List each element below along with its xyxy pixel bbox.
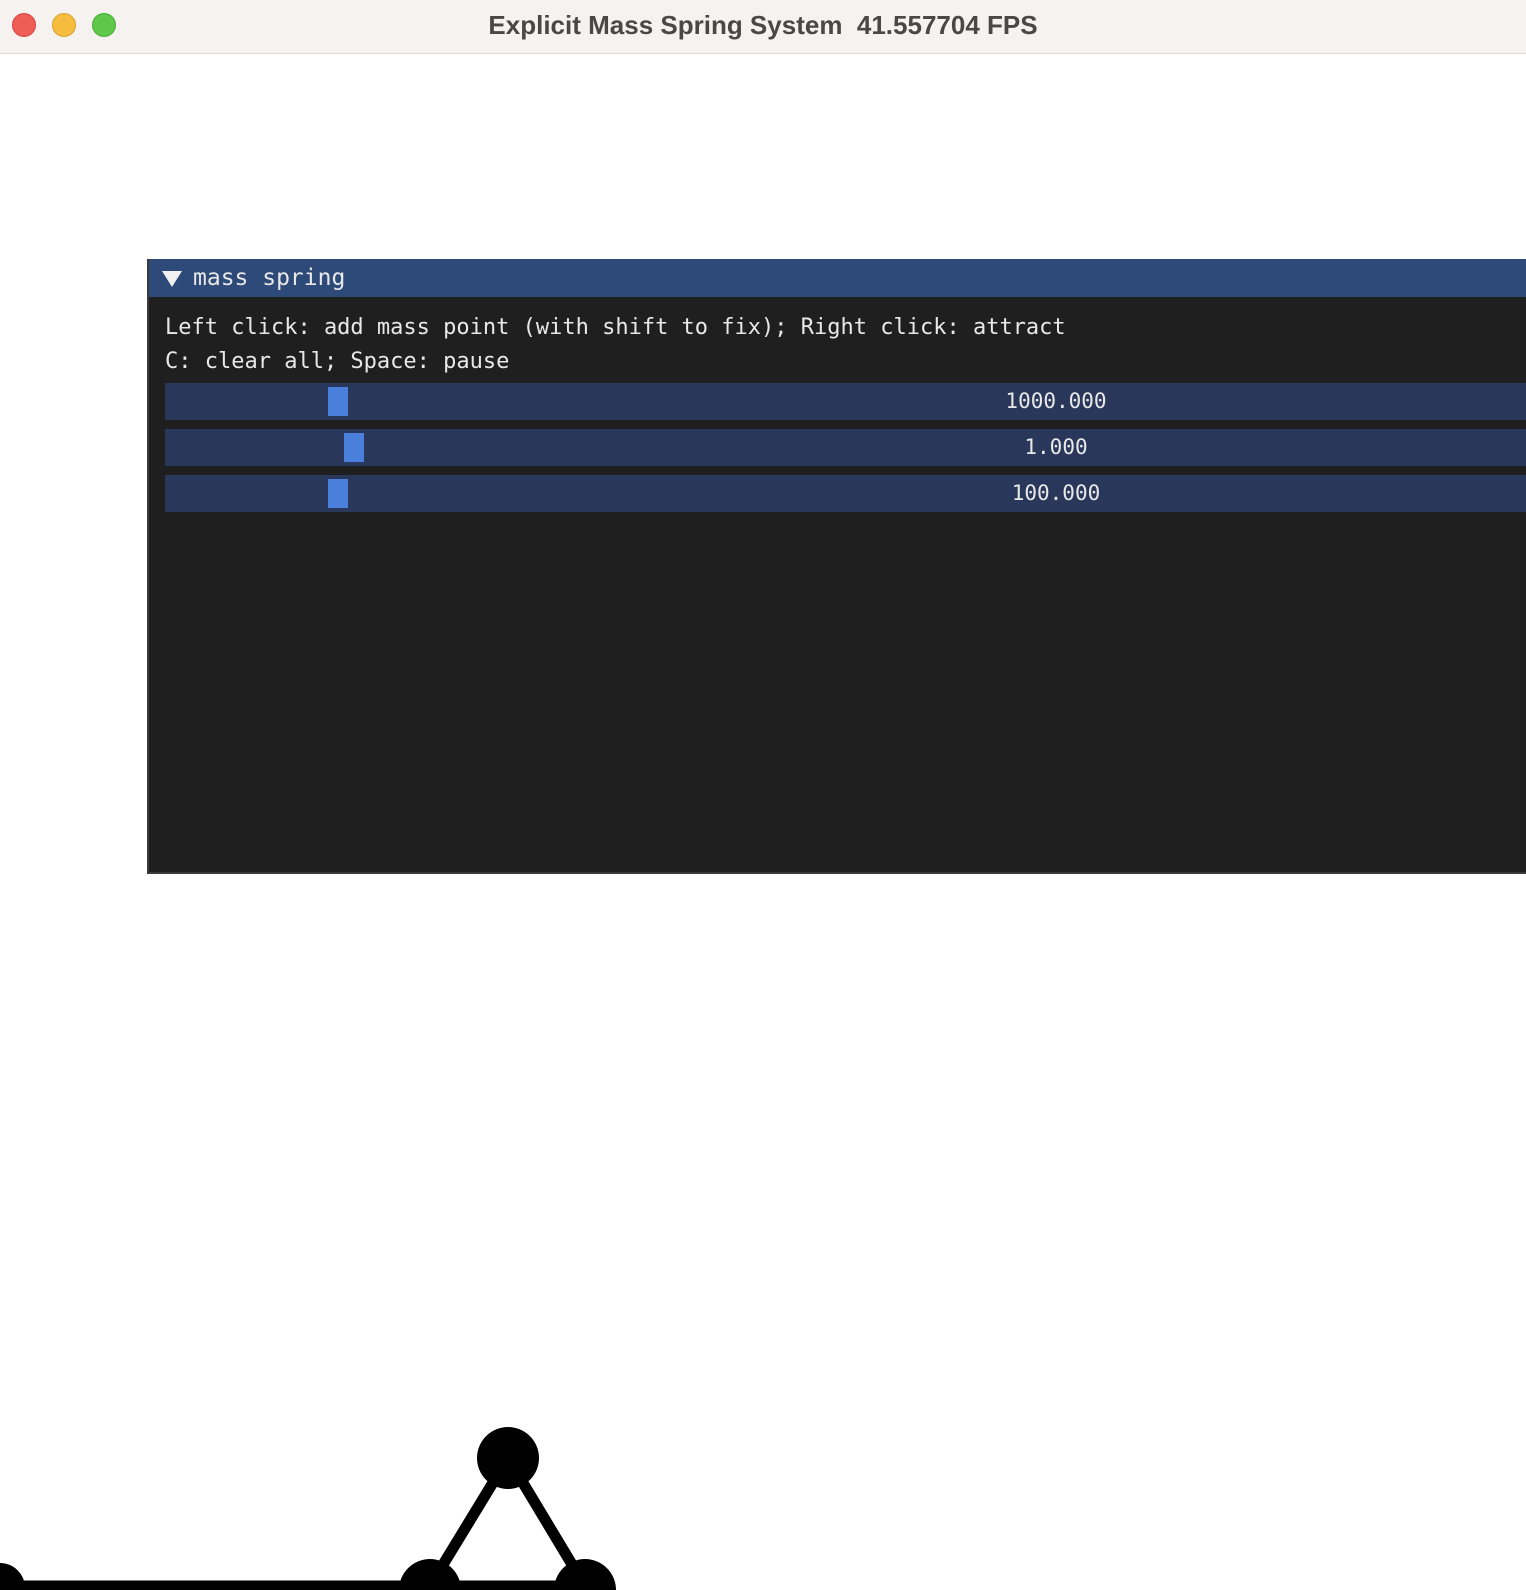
simulation-canvas[interactable]: mass spring Left click: add mass point (… [0,54,1526,1590]
help-text-mouse: Left click: add mass point (with shift t… [165,315,1066,340]
mass-point[interactable] [399,1559,461,1590]
help-text-keys: C: clear all; Space: pause [165,349,510,374]
slider-rest-length[interactable]: 100.000 [165,475,1526,512]
slider-grab[interactable] [328,387,348,416]
app-window: Explicit Mass Spring System 41.557704 FP… [0,0,1526,1590]
title-bar[interactable]: Explicit Mass Spring System 41.557704 FP… [0,0,1526,54]
slider-value: 1000.000 [1005,389,1107,413]
panel-header[interactable]: mass spring [149,259,1526,297]
slider-grab[interactable] [344,433,364,462]
mass-point[interactable] [554,1559,616,1590]
mass-spring-panel[interactable]: mass spring Left click: add mass point (… [147,259,1526,874]
slider-stiffness[interactable]: 1000.000 [165,383,1526,420]
mass-point[interactable] [477,1427,539,1489]
window-title: Explicit Mass Spring System 41.557704 FP… [488,10,1038,40]
slider-value: 100.000 [1011,481,1101,505]
mass-point[interactable] [0,1563,25,1590]
slider-value: 1.000 [1024,435,1088,459]
slider-grab[interactable] [328,479,348,508]
slider-mass[interactable]: 1.000 [165,429,1526,466]
panel-title: mass spring [193,265,346,291]
collapse-arrow-icon[interactable] [162,271,182,287]
